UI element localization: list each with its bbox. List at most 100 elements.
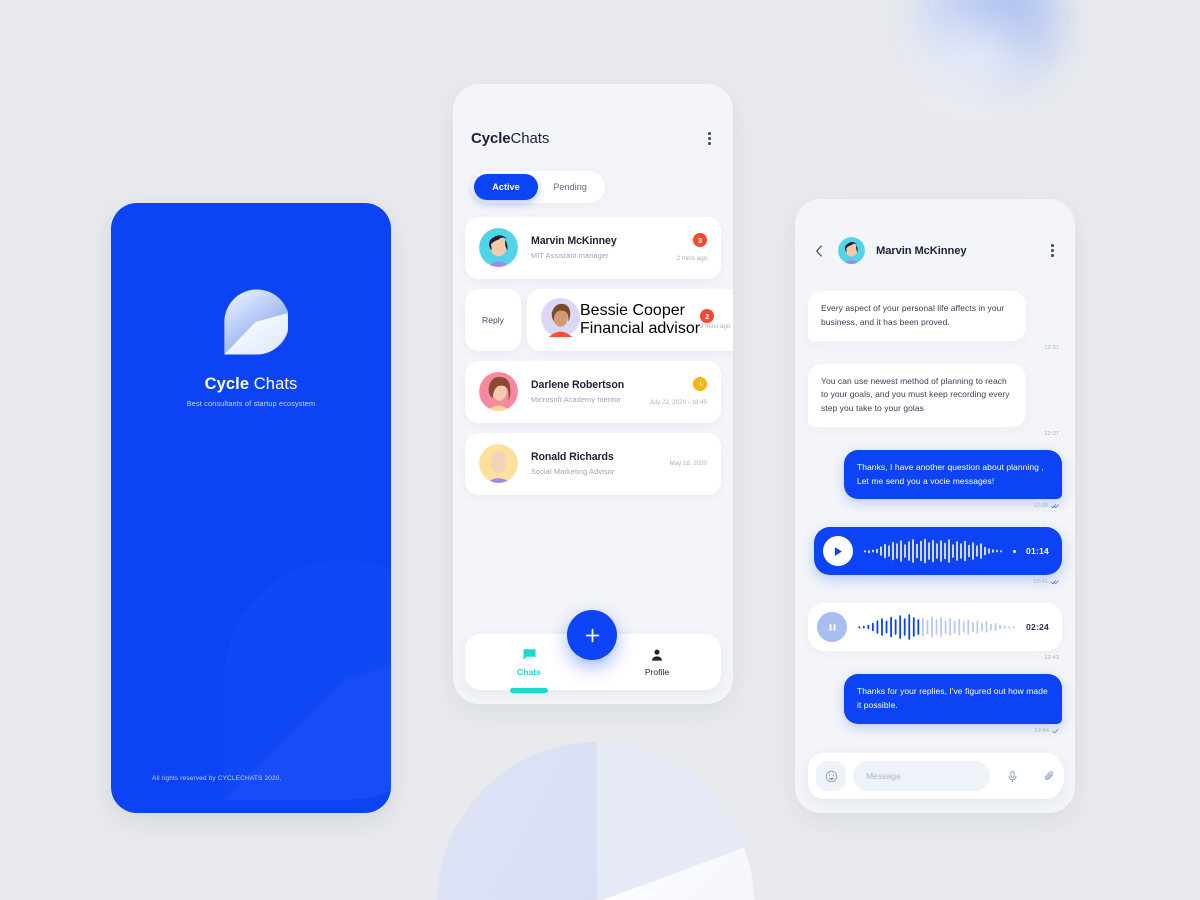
row-text: Ronald Richards Social Marketing Advisor <box>531 451 670 476</box>
chat-bubble-icon <box>523 649 535 660</box>
sent-receipt-icon <box>1052 728 1059 734</box>
contact-name: Darlene Robertson <box>531 379 625 392</box>
contact-role: Financial advisor <box>580 319 701 337</box>
conversation-header: Marvin McKinney <box>795 199 1075 264</box>
splash-content: Cycle Chats Best consultants of startup … <box>111 285 391 408</box>
avatar <box>541 297 580 342</box>
waveform-outgoing <box>863 539 1002 564</box>
background-logo-watermark <box>437 742 755 900</box>
contact-role: MIT Assistant manager <box>531 251 609 261</box>
message-voice-outgoing: 01:14 12:41 <box>808 527 1062 598</box>
person-icon <box>651 649 663 661</box>
message-voice-incoming: 02:24 12:43 <box>808 603 1062 661</box>
background-blob-top <box>918 0 1036 66</box>
row-text: Darlene Robertson Microsoft Academy ment… <box>531 379 649 404</box>
chat-rows: Marvin McKinney MIT Assistant manager 3 … <box>453 216 733 495</box>
pause-button[interactable] <box>817 612 847 643</box>
voice-message-player[interactable]: 02:24 <box>808 603 1062 652</box>
background-blob-top-accent <box>960 0 1052 74</box>
waveform-incoming <box>858 614 1015 641</box>
contact-name: Bessie Cooper <box>580 301 685 319</box>
message-thread: Every aspect of your personal life affec… <box>795 264 1075 747</box>
message-timestamp: 12:43 <box>1044 655 1059 662</box>
nav-label: Chats <box>517 667 541 677</box>
message-timestamp: 12:44 <box>1034 728 1059 734</box>
chat-row-card[interactable]: Bessie Cooper Financial advisor 2 2 mins… <box>527 288 733 351</box>
voice-duration: 01:14 <box>1026 546 1049 557</box>
unread-badge: 3 <box>693 233 707 248</box>
contact-name: Marvin McKinney <box>531 235 617 248</box>
timestamp: May 18, 2020 <box>669 460 708 468</box>
message-bubble-outgoing: Thanks, I have another question about pl… <box>808 449 1062 523</box>
nav-label: Profile <box>644 666 670 677</box>
voice-duration: 02:24 <box>1026 622 1049 633</box>
message-timestamp: 12:41 <box>1033 579 1059 585</box>
message-bubble-incoming: Every aspect of your personal life affec… <box>808 291 1062 351</box>
new-chat-fab-button[interactable] <box>567 610 617 660</box>
chat-list-screen: CycleChats Active Pending Marvin McKinne… <box>453 84 733 704</box>
splash-title: Cycle Chats <box>204 375 298 393</box>
splash-copyright: All rights reserved by CYCLECHATS 2020. <box>152 775 282 782</box>
message-timestamp: 12:37 <box>1044 430 1059 437</box>
contact-role: Microsoft Academy mentor <box>531 395 621 405</box>
row-meta: May 18, 2020 <box>670 460 708 467</box>
playback-position-dot <box>1012 549 1017 554</box>
contact-role: Social Marketing Advisor <box>531 467 615 477</box>
row-text: Bessie Cooper Financial advisor <box>580 302 700 338</box>
pause-icon <box>829 623 835 631</box>
pending-clock-badge <box>693 377 707 392</box>
play-icon <box>834 547 842 556</box>
row-text: Marvin McKinney MIT Assistant manager <box>531 235 677 260</box>
chat-row-marvin-mckinney[interactable]: Marvin McKinney MIT Assistant manager 3 … <box>465 216 721 279</box>
message-text: Thanks, I have another question about pl… <box>844 449 1062 500</box>
message-text: Every aspect of your personal life affec… <box>808 291 1026 341</box>
message-text: Thanks for your replies, I've figured ou… <box>844 674 1062 724</box>
read-receipt-icon <box>1051 580 1059 585</box>
chat-row-ronald-richards[interactable]: Ronald Richards Social Marketing Advisor… <box>465 432 721 495</box>
timestamp: July 22, 2020 - 18:45 <box>649 399 707 407</box>
tab-active[interactable]: Active <box>474 173 538 200</box>
microphone-icon[interactable] <box>997 761 1027 791</box>
message-timestamp: 12:37 <box>1044 344 1059 351</box>
play-button[interactable] <box>822 536 853 567</box>
active-tab-indicator <box>510 688 548 693</box>
splash-tagline: Best consultants of startup ecosystem <box>186 399 316 408</box>
emoji-smiley-icon[interactable] <box>816 761 846 791</box>
plus-icon <box>585 628 599 642</box>
message-bubble-incoming: You can use newest method of planning to… <box>808 363 1062 437</box>
row-meta: July 22, 2020 - 18:45 <box>649 377 707 406</box>
splash-screen: Cycle Chats Best consultants of startup … <box>111 203 391 813</box>
reply-action-button[interactable]: Reply <box>465 288 521 351</box>
voice-message-player[interactable]: 01:14 <box>813 527 1062 576</box>
clock-icon <box>699 381 703 387</box>
message-text: You can use newest method of planning to… <box>808 363 1026 427</box>
screenshot-canvas: Cycle Chats Best consultants of startup … <box>0 0 1200 900</box>
nav-item-profile[interactable]: Profile <box>593 648 721 677</box>
kebab-menu-icon[interactable] <box>1048 240 1057 261</box>
timestamp: 2 mins ago <box>676 255 707 263</box>
message-input[interactable] <box>853 761 990 791</box>
avatar <box>479 372 518 412</box>
chat-row-darlene-robertson[interactable]: Darlene Robertson Microsoft Academy ment… <box>465 360 721 423</box>
chat-row-bessie-cooper[interactable]: Reply Bessie Cooper Financial advisor 2 … <box>465 288 733 351</box>
chevron-left-icon[interactable] <box>811 242 827 260</box>
message-timestamp: 12:38 <box>1033 503 1059 509</box>
contact-name: Ronald Richards <box>531 451 614 464</box>
background-blob-top-light <box>930 24 1026 94</box>
avatar <box>479 228 518 268</box>
unread-badge: 2 <box>700 309 715 324</box>
paperclip-icon[interactable] <box>1034 761 1064 791</box>
avatar <box>838 237 865 264</box>
timestamp: 2 mins ago <box>700 323 731 331</box>
message-bubble-outgoing: Thanks for your replies, I've figured ou… <box>808 674 1062 747</box>
avatar <box>479 444 518 484</box>
conversation-screen: Marvin McKinney Every aspect of your per… <box>795 199 1075 813</box>
kebab-menu-icon[interactable] <box>705 128 714 149</box>
app-brand-title: CycleChats <box>471 129 550 147</box>
tab-pending[interactable]: Pending <box>538 174 602 200</box>
chat-list-header: CycleChats <box>453 84 733 149</box>
cycle-chats-logo-icon <box>224 289 288 355</box>
message-composer <box>808 753 1064 799</box>
row-meta: 3 2 mins ago <box>677 233 707 262</box>
splash-watermark-logo-icon <box>224 560 391 800</box>
